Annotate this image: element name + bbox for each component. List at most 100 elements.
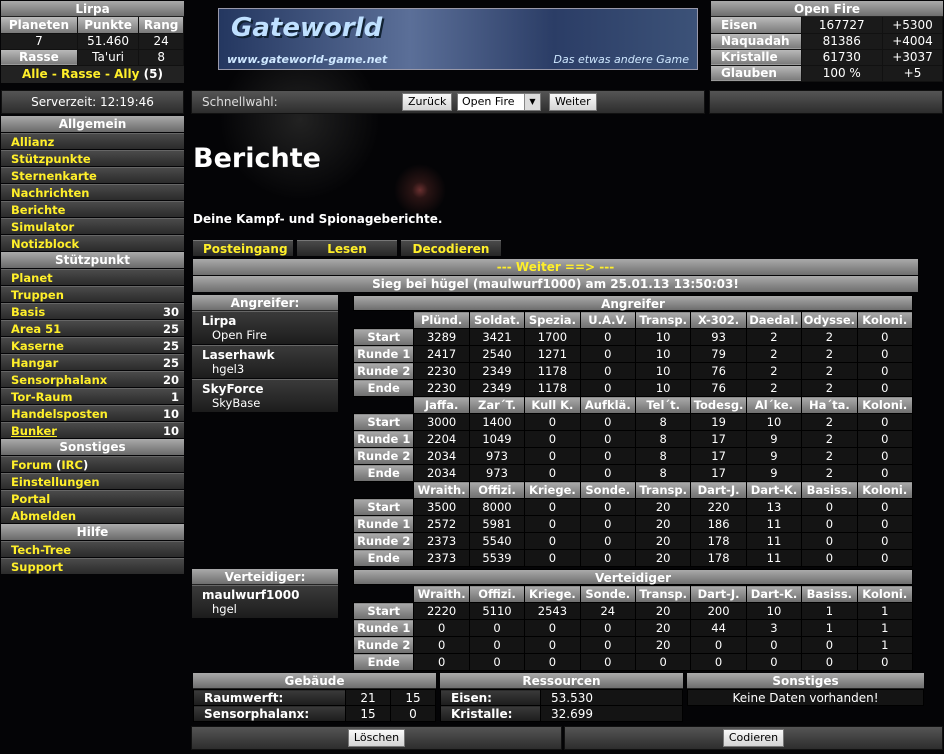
menu-item-level: 30 [162,305,179,319]
unit-count: 0 [468,619,526,637]
unit-header: Aufklä. [579,396,636,414]
building-level-after: 15 [390,689,436,706]
quick-select-label: Schnellwahl: [202,95,278,109]
menu-item-simulator[interactable]: Simulator [1,218,184,234]
unit-header: X-302. [690,311,747,329]
menu-item-tech-tree[interactable]: Tech-Tree [1,541,184,557]
menu-item-label: Sternenkarte [11,169,97,183]
back-button[interactable]: Zurück [402,93,453,111]
unit-count: 0 [690,653,747,671]
round-label: Ende [352,379,415,397]
unit-count: 2 [801,413,858,431]
decode-button[interactable]: Codieren [722,729,785,747]
link-all[interactable]: Alle [22,67,48,81]
unit-count: 20 [634,532,692,550]
menu-item-abmelden[interactable]: Abmelden [1,507,184,523]
menu-item-label: Planet [11,271,53,285]
player-stats-panel: Lirpa Planeten Punkte Rang 7 51.460 24 Rasse… [1,1,184,83]
tab-posteingang[interactable]: Posteingang [193,240,293,256]
stat-header: Punkte [77,17,140,34]
planet-select[interactable]: Open Fire ▼ [457,93,541,111]
menu-item-allianz[interactable]: Allianz [1,133,184,149]
unit-count: 76 [690,362,747,380]
menu-item-label: Simulator [11,220,75,234]
participant-planet: hgel [212,602,237,616]
unit-count: 3421 [468,328,526,346]
menu-item-level: 10 [162,407,179,421]
unit-count: 8 [634,430,692,448]
menu-item-level: 20 [162,373,179,387]
buildings-panel: Gebäude Raumwerft: 21 15 Sensorphalanx: 15 0 [193,673,436,722]
resource-label: Naquadah [711,33,802,50]
link-race[interactable]: Rasse [61,67,101,81]
resource-amount: 100 % [801,65,883,82]
unit-count: 2 [801,430,858,448]
loot-value: 32.699 [540,705,683,722]
chevron-down-icon[interactable]: ▼ [524,94,540,110]
menu-item-sensorphalanx[interactable]: Sensorphalanx 20 [1,371,184,387]
planet-select-value: Open Fire [462,95,515,108]
unit-count: 20 [634,636,692,654]
unit-header: Jaffa. [413,396,470,414]
menu-item-bunker[interactable]: Bunker 10 [1,422,184,438]
menu-item-nachrichten[interactable]: Nachrichten [1,184,184,200]
defender-combat-table: Verteidiger Wraith. Offizi. Kriege. Sonde. T… [352,569,914,671]
unit-count: 3 [745,619,803,637]
unit-count: 17 [690,464,747,482]
menu-item-kaserne[interactable]: Kaserne 25 [1,337,184,353]
next-label: Weiter ==> [515,260,596,274]
tab-lesen[interactable]: Lesen [297,240,397,256]
menu-section-title: Sonstiges [1,439,184,455]
menu-item-area-51[interactable]: Area 51 25 [1,320,184,336]
round-label: Runde 2 [352,362,415,380]
menu-item-irc[interactable]: IRC [61,457,83,472]
separator: - [100,66,115,81]
menu-item-hangar[interactable]: Hangar 25 [1,354,184,370]
menu-item-level: 10 [162,424,179,438]
link-ally[interactable]: Ally [114,67,139,81]
menu-item-planet[interactable]: Planet [1,269,184,285]
menu-item-support[interactable]: Support [1,558,184,574]
unit-count: 1271 [524,345,581,363]
unit-count: 0 [579,328,636,346]
menu-item-einstellungen[interactable]: Einstellungen [1,473,184,489]
unit-count: 10 [634,345,692,363]
menu-item-tor-raum[interactable]: Tor-Raum 1 [1,388,184,404]
unit-count: 0 [856,345,914,363]
menu-item-sternenkarte[interactable]: Sternenkarte [1,167,184,183]
menu-item-label: Handelsposten [11,407,108,421]
menu-item-label: Truppen [11,288,64,302]
menu-item-handelsposten[interactable]: Handelsposten 10 [1,405,184,421]
unit-count: 0 [801,653,858,671]
menu-item-label: Support [11,560,64,574]
unit-count: 0 [745,636,803,654]
unit-header: Ha´ta. [801,396,858,414]
unit-count: 0 [745,653,803,671]
unit-count: 2 [745,379,803,397]
menu-item-label: Einstellungen [11,475,100,489]
unit-count: 20 [634,549,692,567]
unit-count: 3000 [413,413,470,431]
unit-count: 0 [856,430,914,448]
menu-section-title: Hilfe [1,524,184,540]
unit-header: Kriege. [524,481,581,499]
menu-item-berichte[interactable]: Berichte [1,201,184,217]
forward-button[interactable]: Weiter [549,93,597,111]
next-report-link[interactable]: --- Weiter ==> --- [193,259,918,275]
resource-amount: 81386 [801,33,883,50]
menu-item-notizblock[interactable]: Notizblock [1,235,184,251]
delete-button[interactable]: Löschen [347,729,406,747]
unit-count: 0 [801,549,858,567]
menu-item-truppen[interactable]: Truppen [1,286,184,302]
unit-count: 0 [524,636,581,654]
unit-count: 0 [524,498,581,516]
unit-count: 0 [413,636,470,654]
menu-item-stützpunkte[interactable]: Stützpunkte [1,150,184,166]
menu-item-forum[interactable]: Forum (IRC) [1,456,184,472]
menu-item-basis[interactable]: Basis 30 [1,303,184,319]
unit-count: 17 [690,430,747,448]
page-title: Berichte [193,143,321,174]
tab-decodieren[interactable]: Decodieren [401,240,501,256]
menu-item-portal[interactable]: Portal [1,490,184,506]
unit-header: U.A.V. [579,311,636,329]
